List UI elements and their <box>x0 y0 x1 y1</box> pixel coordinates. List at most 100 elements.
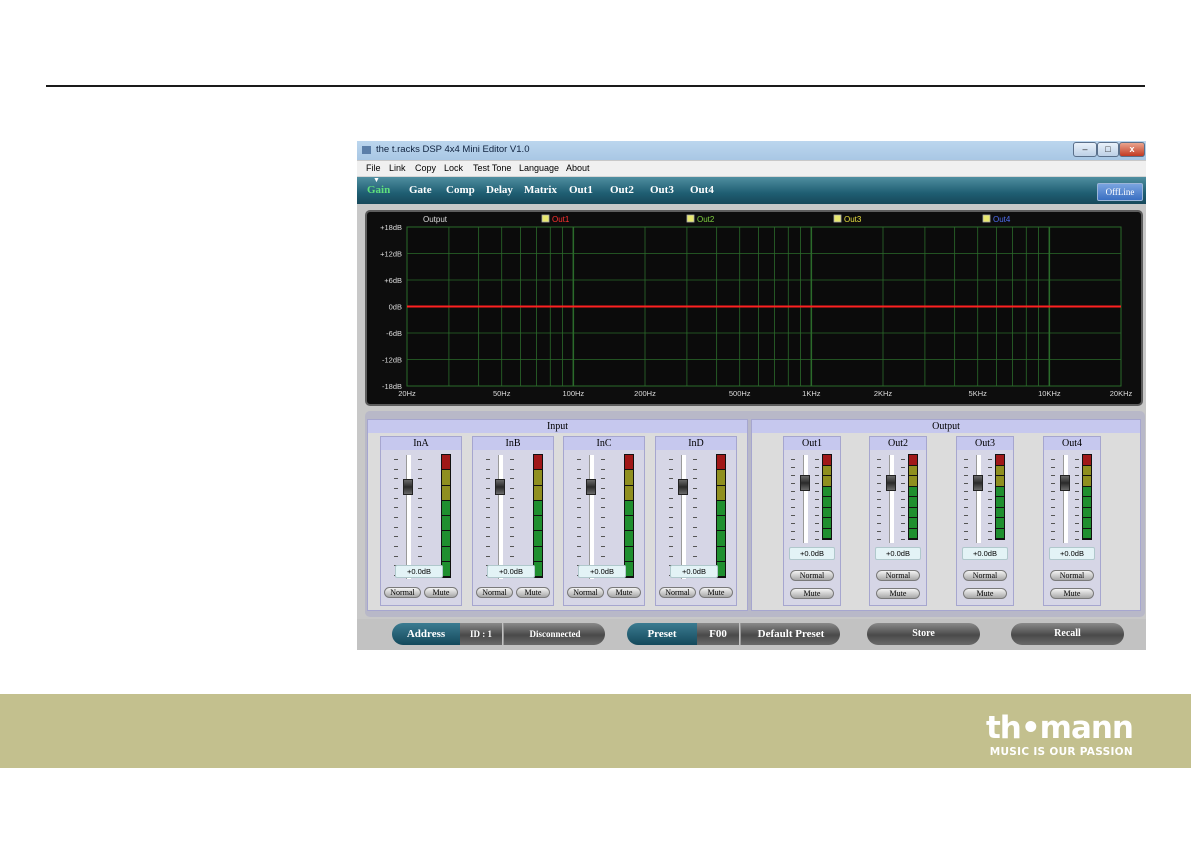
meter-segment <box>823 497 831 507</box>
tab-comp[interactable]: Comp <box>446 184 475 196</box>
fader-scale-tick <box>669 478 673 480</box>
input-channel-name: InA <box>381 437 461 450</box>
fader-scale-tick <box>1051 507 1055 508</box>
fader-scale-tick <box>693 517 697 518</box>
menu-lock[interactable]: Lock <box>444 163 463 173</box>
fader-scale-tick <box>988 491 992 492</box>
offline-button[interactable]: OffLine <box>1097 183 1143 201</box>
fader-scale-tick <box>1075 539 1079 540</box>
preset-name[interactable]: Default Preset <box>740 623 840 645</box>
normal-button[interactable]: Normal <box>567 587 604 598</box>
fader-scale-tick <box>877 499 881 500</box>
tab-gain[interactable]: Gain <box>367 184 390 196</box>
fader-scale-tick <box>486 468 490 470</box>
store-button[interactable]: Store <box>867 623 980 645</box>
fader-scale-tick <box>693 536 697 538</box>
mute-button[interactable]: Mute <box>876 588 920 599</box>
fader-scale-tick <box>486 497 490 499</box>
maximize-button[interactable]: □ <box>1097 142 1119 157</box>
fader-track <box>889 455 894 543</box>
gain-display: +0.0dB <box>789 547 835 560</box>
fader-knob[interactable] <box>403 479 413 495</box>
fader-scale-tick <box>418 478 422 480</box>
tab-out1[interactable]: Out1 <box>569 184 593 196</box>
minimize-button[interactable]: – <box>1073 142 1097 157</box>
fader-track <box>976 455 981 543</box>
normal-button[interactable]: Normal <box>476 587 513 598</box>
fader-scale-tick <box>964 483 968 484</box>
meter-segment <box>996 518 1004 528</box>
mute-button[interactable]: Mute <box>424 587 458 598</box>
fader-knob[interactable] <box>586 479 596 495</box>
mute-button[interactable]: Mute <box>516 587 550 598</box>
menu-language[interactable]: Language <box>519 163 559 173</box>
tab-out4[interactable]: Out4 <box>690 184 714 196</box>
window-title: the t.racks DSP 4x4 Mini Editor V1.0 <box>376 144 530 155</box>
tab-out3[interactable]: Out3 <box>650 184 674 196</box>
tab-out2[interactable]: Out2 <box>610 184 634 196</box>
fader-scale-tick <box>394 546 398 547</box>
menu-copy[interactable]: Copy <box>415 163 436 173</box>
logo-wordmark: th•mann <box>985 710 1134 746</box>
tab-gate[interactable]: Gate <box>409 184 432 196</box>
connection-status[interactable]: Disconnected <box>503 623 605 645</box>
mute-button[interactable]: Mute <box>963 588 1007 599</box>
menu-test-tone[interactable]: Test Tone <box>473 163 511 173</box>
fader-knob[interactable] <box>973 475 983 491</box>
normal-button[interactable]: Normal <box>1050 570 1094 581</box>
normal-button[interactable]: Normal <box>659 587 696 598</box>
meter-segment <box>534 561 542 576</box>
fader-scale-tick <box>901 491 905 492</box>
menu-file[interactable]: File <box>366 163 381 173</box>
title-bar[interactable]: the t.racks DSP 4x4 Mini Editor V1.0 – □… <box>357 141 1146 160</box>
fader-scale-tick <box>486 526 490 528</box>
input-channel-strip: InB +0.0dB Normal Mute <box>472 436 554 606</box>
fader-scale-tick <box>988 531 992 532</box>
output-channel-strip: Out1 +0.0dB Normal Mute <box>783 436 841 606</box>
meter-segment <box>1083 465 1091 475</box>
normal-button[interactable]: Normal <box>963 570 1007 581</box>
fader-scale-tick <box>988 499 992 500</box>
fader-scale-tick <box>1075 467 1079 468</box>
normal-button[interactable]: Normal <box>876 570 920 581</box>
fader-scale-tick <box>486 478 490 480</box>
fader-scale-tick <box>577 555 581 557</box>
close-button[interactable]: x <box>1119 142 1145 157</box>
y-tick-label: +6dB <box>384 276 402 285</box>
fader-scale-tick <box>577 526 581 528</box>
mute-button[interactable]: Mute <box>790 588 834 599</box>
fader-knob[interactable] <box>678 479 688 495</box>
fader-knob[interactable] <box>1060 475 1070 491</box>
tab-delay[interactable]: Delay <box>486 184 513 196</box>
input-channel-name: InC <box>564 437 644 450</box>
meter-segment <box>625 470 633 485</box>
fader-scale-tick <box>577 536 581 538</box>
meter-segment <box>1083 518 1091 528</box>
fader-scale-tick <box>669 497 673 499</box>
fader-scale-tick <box>394 478 398 480</box>
legend-checkbox-icon <box>541 214 550 223</box>
gain-display: +0.0dB <box>395 565 443 578</box>
fader-knob[interactable] <box>800 475 810 491</box>
fader-knob[interactable] <box>495 479 505 495</box>
meter-segment <box>1083 476 1091 486</box>
fader-scale-tick <box>791 507 795 508</box>
recall-button[interactable]: Recall <box>1011 623 1124 645</box>
menu-about[interactable]: About <box>566 163 590 173</box>
fader-knob[interactable] <box>886 475 896 491</box>
mute-button[interactable]: Mute <box>699 587 733 598</box>
normal-button[interactable]: Normal <box>790 570 834 581</box>
normal-button[interactable]: Normal <box>384 587 421 598</box>
meter-segment <box>717 546 725 561</box>
meter-segment <box>1083 455 1091 465</box>
fader-scale-tick <box>394 526 398 528</box>
fader-scale-tick <box>791 531 795 532</box>
tab-matrix[interactable]: Matrix <box>524 184 557 196</box>
fader-scale-tick <box>901 515 905 516</box>
menu-link[interactable]: Link <box>389 163 406 173</box>
mute-button[interactable]: Mute <box>607 587 641 598</box>
fader-scale-tick <box>815 499 819 500</box>
mute-button[interactable]: Mute <box>1050 588 1094 599</box>
address-group: Address ID : 1 Disconnected <box>392 623 605 645</box>
fader-scale-tick <box>1051 467 1055 468</box>
